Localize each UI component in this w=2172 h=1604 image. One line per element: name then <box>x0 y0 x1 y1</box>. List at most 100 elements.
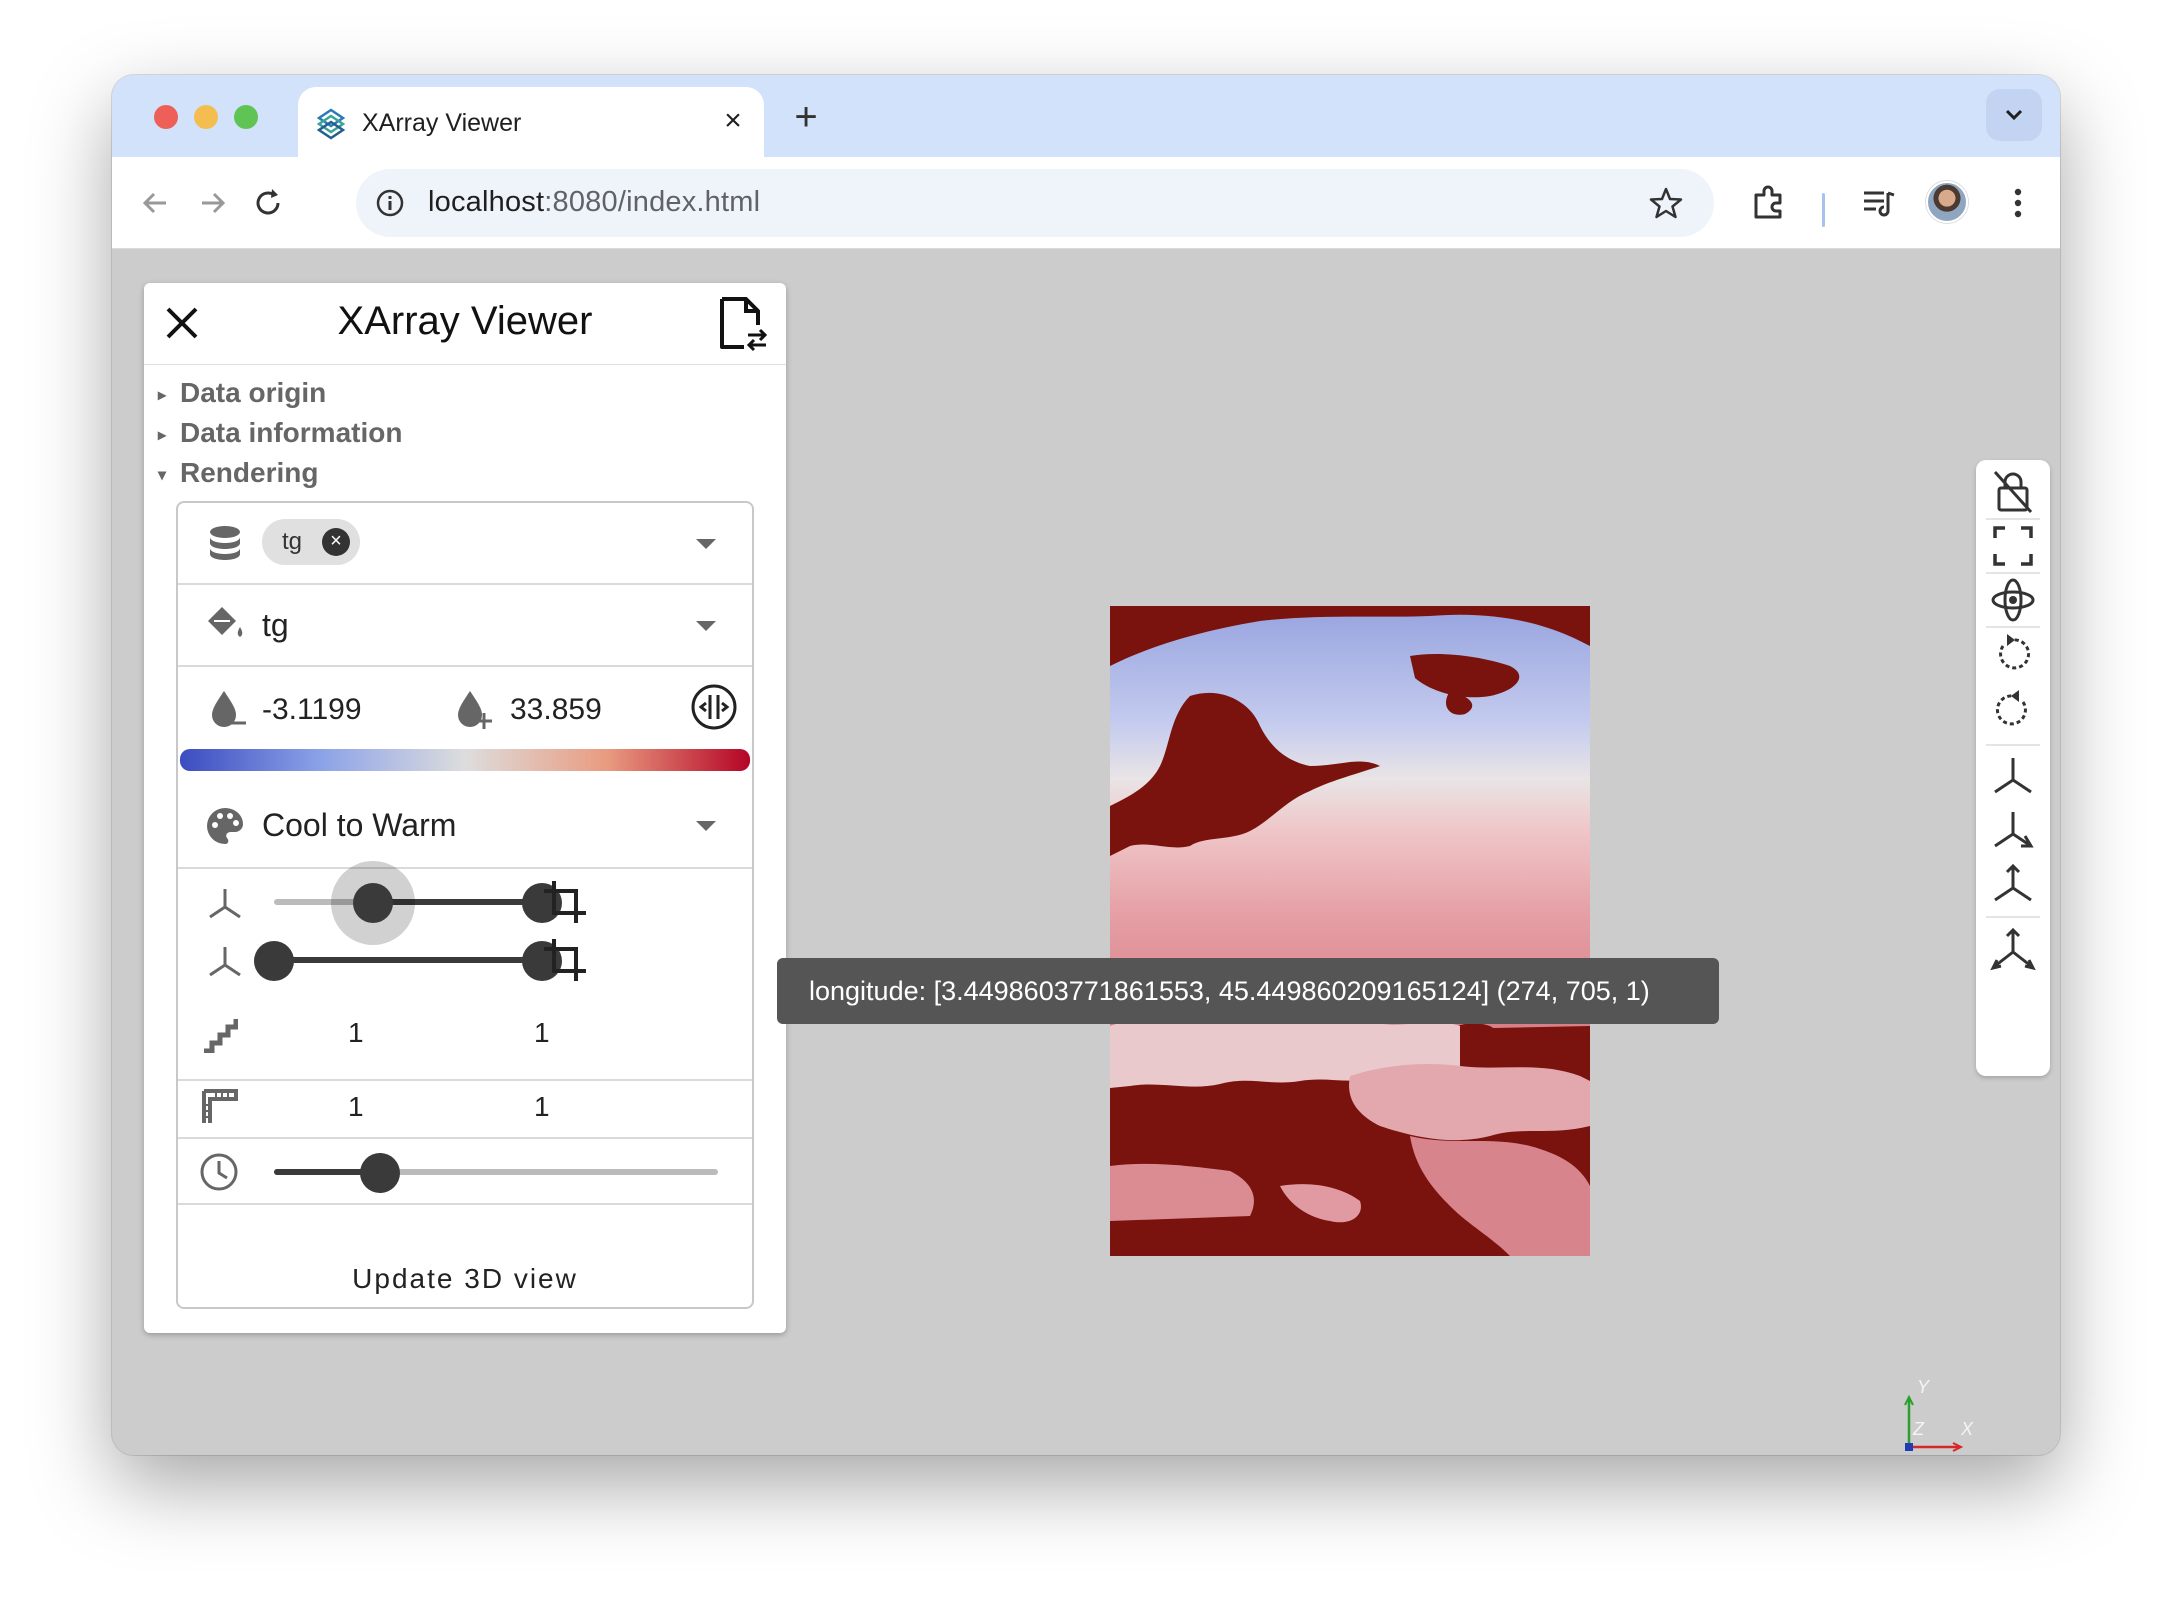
update-3d-view-button[interactable]: Update 3D view <box>178 1249 752 1309</box>
viewer-viewport[interactable]: XArray Viewer ▸ Data origin ▸ Data informa… <box>112 250 2060 1455</box>
section-rendering[interactable]: ▾ Rendering <box>158 457 318 489</box>
step-x-input[interactable]: 1 <box>348 1017 364 1049</box>
toolbar-separator <box>1986 916 2040 918</box>
caret-down-icon: ▾ <box>158 466 167 484</box>
chip-remove-icon[interactable]: × <box>322 528 351 556</box>
tab-search-button[interactable] <box>1986 89 2042 141</box>
xarray-viewer-panel: XArray Viewer ▸ Data origin ▸ Data informa… <box>144 283 786 1333</box>
paint-bucket-icon <box>208 607 243 637</box>
reset-range-icon[interactable] <box>690 683 738 731</box>
extensions-puzzle-icon[interactable] <box>1748 183 1788 223</box>
clock-icon <box>200 1153 238 1191</box>
colormap-value: Cool to Warm <box>262 807 457 843</box>
tab-close-icon[interactable]: × <box>716 101 750 141</box>
toolbar-separator <box>1986 626 2040 628</box>
gizmo-x-label: X <box>1960 1419 1974 1439</box>
slice-y-track-active <box>274 957 542 963</box>
new-tab-button[interactable]: + <box>784 97 828 141</box>
temperature-map-image <box>1110 606 1590 1256</box>
rotate-left-icon[interactable] <box>1989 630 2037 678</box>
step-y-input[interactable]: 1 <box>534 1017 550 1049</box>
rotate-right-icon[interactable] <box>1989 686 2037 734</box>
fullscreen-icon[interactable] <box>1989 522 2037 570</box>
toolbar-separator <box>1986 744 2040 746</box>
dropdown-caret-icon[interactable] <box>696 621 716 631</box>
colormap-select[interactable]: Cool to Warm <box>178 783 752 869</box>
dropdown-caret-icon[interactable] <box>696 539 716 549</box>
palette-icon <box>207 808 243 844</box>
axis-x-icon <box>209 889 241 919</box>
back-arrow-icon[interactable] <box>136 183 176 223</box>
drop-plus-icon <box>458 691 492 729</box>
caret-right-icon: ▸ <box>158 386 167 404</box>
drop-minus-icon <box>212 691 246 727</box>
close-window-button[interactable] <box>154 105 178 129</box>
minimize-window-button[interactable] <box>194 105 218 129</box>
data-render-view[interactable] <box>1110 606 1590 1256</box>
view-axis-y-icon[interactable] <box>1989 806 2037 854</box>
section-data-information[interactable]: ▸ Data information <box>158 417 402 449</box>
hover-tooltip: longitude: [3.4498603771861553, 45.44986… <box>777 958 1719 1024</box>
address-bar[interactable]: localhost:8080/index.html <box>356 169 1714 237</box>
browser-window: XArray Viewer × + localhost:8080/index.h… <box>112 75 2060 1455</box>
variables-select[interactable]: tg × <box>178 503 752 585</box>
color-range-row: -3.1199 33.859 <box>178 667 752 783</box>
color-by-value: tg <box>262 607 289 643</box>
color-by-select[interactable]: tg <box>178 585 752 667</box>
reset-camera-icon[interactable] <box>1989 926 2037 974</box>
scale-y-input[interactable]: 1 <box>534 1091 550 1123</box>
rendering-controls: tg × tg -3.1199 33.859 Cool to Warm 1 1 … <box>176 501 754 1309</box>
panel-header: XArray Viewer <box>144 283 786 365</box>
gizmo-y-label: Y <box>1917 1377 1931 1397</box>
slice-x-lower-knob[interactable] <box>353 883 394 923</box>
stairs-icon <box>204 1019 238 1053</box>
forward-arrow-icon[interactable] <box>192 183 232 223</box>
toolbar-separator <box>1986 518 2040 520</box>
ruler-icon <box>202 1089 238 1123</box>
dropdown-caret-icon[interactable] <box>696 821 716 831</box>
maximize-window-button[interactable] <box>234 105 258 129</box>
caret-right-icon: ▸ <box>158 426 167 444</box>
time-slider-knob[interactable] <box>359 1153 400 1193</box>
scale-row: 1 1 <box>178 1081 752 1139</box>
view-toolbar <box>1976 460 2050 1076</box>
toolbar-separator <box>1986 572 2040 574</box>
url-host: localhost <box>428 186 545 218</box>
site-info-icon[interactable] <box>374 187 406 219</box>
media-controls-icon[interactable] <box>1858 183 1898 223</box>
view-axis-z-icon[interactable] <box>1989 860 2037 908</box>
section-label: Data origin <box>180 377 327 408</box>
gizmo-z-label: Z <box>1912 1419 1925 1439</box>
variable-chip-label: tg <box>282 528 303 555</box>
interaction-lock-icon[interactable] <box>1989 468 2037 516</box>
more-vertical-icon[interactable] <box>1998 183 2038 223</box>
browser-toolbar: localhost:8080/index.html <box>112 157 2060 249</box>
chevron-down-icon <box>2005 109 2023 121</box>
file-swap-icon[interactable] <box>716 295 768 353</box>
crop-icon[interactable] <box>542 937 588 983</box>
variable-chip[interactable]: tg × <box>262 519 361 565</box>
scale-x-input[interactable]: 1 <box>348 1091 364 1123</box>
range-max-input[interactable]: 33.859 <box>510 693 602 727</box>
range-min-input[interactable]: -3.1199 <box>262 693 366 727</box>
profile-avatar[interactable] <box>1926 181 1968 223</box>
tab-bar: XArray Viewer × + <box>112 75 2060 157</box>
crop-icon[interactable] <box>542 879 588 925</box>
orientation-axes-widget: Y Z X <box>1904 1377 1974 1452</box>
bookmark-star-icon[interactable] <box>1648 185 1684 221</box>
toolbar-separator <box>1822 193 1825 227</box>
tab-xarray-viewer[interactable]: XArray Viewer × <box>298 87 764 157</box>
time-row <box>178 1139 752 1205</box>
slice-y-lower-knob[interactable] <box>254 941 294 981</box>
url-text[interactable]: localhost:8080/index.html <box>428 186 760 219</box>
view-axis-x-icon[interactable] <box>1989 752 2037 800</box>
reload-icon[interactable] <box>248 183 288 223</box>
tab-title: XArray Viewer <box>362 109 522 137</box>
step-row: 1 1 <box>178 999 752 1081</box>
section-data-origin[interactable]: ▸ Data origin <box>158 377 326 409</box>
axis-y-icon <box>209 947 241 977</box>
section-label: Rendering <box>180 457 319 488</box>
url-path: :8080/index.html <box>544 186 761 218</box>
rotate-3d-icon[interactable] <box>1989 576 2037 624</box>
section-label: Data information <box>180 417 403 448</box>
